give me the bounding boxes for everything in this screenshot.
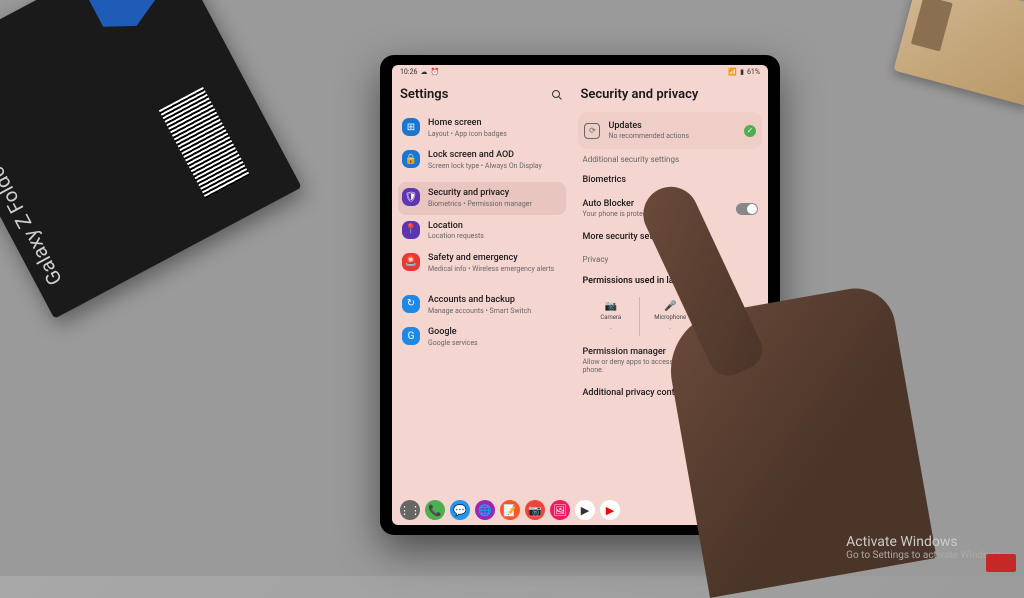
updates-icon: ⟳ xyxy=(584,123,600,139)
auto-blocker-item[interactable]: Auto Blocker Your phone is protected. xyxy=(578,192,762,225)
auto-blocker-title: Auto Blocker xyxy=(582,199,728,209)
updates-card[interactable]: ⟳ Updates No recommended actions ✓ xyxy=(578,112,762,149)
more-security-item[interactable]: More security settings xyxy=(578,225,762,249)
item-title: Home screen xyxy=(428,118,562,129)
split-content: Settings ⊞ Home screen Layout • App icon… xyxy=(392,79,768,495)
windows-watermark: Activate Windows Go to Settings to activ… xyxy=(846,534,1004,561)
signal-icon: ▮ xyxy=(740,68,744,76)
settings-item-location[interactable]: 📍 Location Location requests xyxy=(398,215,566,247)
accounts-icon: ↻ xyxy=(402,295,420,313)
camera-app-icon[interactable]: 📷 xyxy=(525,500,545,520)
settings-title: Settings xyxy=(400,87,448,102)
lock-icon: 🔒 xyxy=(402,150,420,168)
shield-icon: 🛡 xyxy=(402,188,420,206)
permissions-24h-item[interactable]: Permissions used in last 24 hours › xyxy=(578,268,762,293)
status-bar: 10:26 ☁ ⏰ 📶 ▮ 61% xyxy=(392,65,768,79)
watermark-title: Activate Windows xyxy=(846,534,1004,550)
location-icon: 📍 xyxy=(402,221,420,239)
item-title: Lock screen and AOD xyxy=(428,150,562,161)
back-button[interactable]: ‹ xyxy=(757,504,760,517)
home-icon: ⊞ xyxy=(402,118,420,136)
navigation-bar: ⋮⋮ 📞 💬 🌐 📝 📷 🖼 ▶ ▶ ||| ○ ‹ xyxy=(392,495,768,525)
item-subtitle: Layout • App icon badges xyxy=(428,130,562,138)
play-store-icon[interactable]: ▶ xyxy=(575,500,595,520)
item-subtitle: Medical info • Wireless emergency alerts xyxy=(428,265,562,273)
camera-icon: 📷 xyxy=(584,301,637,312)
browser-app-icon[interactable]: 🌐 xyxy=(475,500,495,520)
security-title: Security and privacy xyxy=(580,87,698,102)
perm-mgr-title: Permission manager xyxy=(582,347,758,357)
watermark-subtitle: Go to Settings to activate Windows. xyxy=(846,550,1004,561)
item-title: Google xyxy=(428,327,562,338)
samsung-badge xyxy=(82,0,163,40)
emergency-icon: 🚨 xyxy=(402,253,420,271)
wifi-icon: 📶 xyxy=(728,68,737,76)
check-icon: ✓ xyxy=(744,125,756,137)
google-icon: G xyxy=(402,327,420,345)
app-drawer-icon[interactable]: ⋮⋮ xyxy=(400,500,420,520)
settings-pane: Settings ⊞ Home screen Layout • App icon… xyxy=(392,79,572,495)
channel-badge xyxy=(986,554,1016,572)
settings-item-accounts[interactable]: ↻ Accounts and backup Manage accounts • … xyxy=(398,289,566,321)
additional-privacy-item[interactable]: Additional privacy controls xyxy=(578,381,762,405)
notes-app-icon[interactable]: 📝 xyxy=(500,500,520,520)
tablet-screen: 10:26 ☁ ⏰ 📶 ▮ 61% Settings xyxy=(392,65,768,525)
item-subtitle: Screen lock type • Always On Display xyxy=(428,162,562,170)
item-subtitle: Location requests xyxy=(428,232,562,240)
tablet-device: 10:26 ☁ ⏰ 📶 ▮ 61% Settings xyxy=(380,55,780,535)
item-subtitle: Manage accounts • Smart Switch xyxy=(428,307,562,315)
permission-manager-item[interactable]: Permission manager Allow or deny apps to… xyxy=(578,340,762,381)
microphone-icon: 🎤 xyxy=(644,301,697,312)
home-button[interactable]: ○ xyxy=(734,504,741,517)
battery-text: 61% xyxy=(747,68,760,76)
barcode xyxy=(159,87,250,199)
phone-app-icon[interactable]: 📞 xyxy=(425,500,445,520)
item-subtitle: Google services xyxy=(428,339,562,347)
settings-item-safety[interactable]: 🚨 Safety and emergency Medical info • Wi… xyxy=(398,247,566,279)
perm-mgr-subtitle: Allow or deny apps to access features or… xyxy=(582,358,758,374)
recents-button[interactable]: ||| xyxy=(710,504,718,517)
chevron-right-icon: › xyxy=(727,275,730,286)
alarm-icon: ⏰ xyxy=(430,68,439,76)
section-additional-security: Additional security settings xyxy=(578,149,762,168)
permissions-grid: 📷 Camera - 🎤 Microphone - 📍 Location G xyxy=(578,293,762,340)
item-subtitle: Biometrics • Permission manager xyxy=(428,200,562,208)
updates-title: Updates xyxy=(608,121,736,131)
updates-subtitle: No recommended actions xyxy=(608,132,736,140)
auto-blocker-subtitle: Your phone is protected. xyxy=(582,210,728,218)
cloud-icon: ☁ xyxy=(420,68,427,76)
auto-blocker-toggle[interactable] xyxy=(736,203,758,215)
search-button[interactable] xyxy=(550,88,564,102)
messages-app-icon[interactable]: 💬 xyxy=(450,500,470,520)
perm-location[interactable]: 📍 Location G xyxy=(701,297,758,336)
item-title: Location xyxy=(428,221,562,232)
item-title: Safety and emergency xyxy=(428,253,562,264)
search-icon xyxy=(551,89,563,101)
location-pin-icon: 📍 xyxy=(703,301,756,312)
item-title: Accounts and backup xyxy=(428,295,562,306)
section-privacy: Privacy xyxy=(578,249,762,268)
security-pane: Security and privacy ⟳ Updates No recomm… xyxy=(572,79,768,495)
gallery-app-icon[interactable]: 🖼 xyxy=(550,500,570,520)
item-title: Security and privacy xyxy=(428,188,562,199)
settings-item-google[interactable]: G Google Google services xyxy=(398,321,566,353)
status-time: 10:26 xyxy=(400,68,417,76)
biometrics-item[interactable]: Biometrics xyxy=(578,168,762,192)
youtube-icon[interactable]: ▶ xyxy=(600,500,620,520)
perm-microphone[interactable]: 🎤 Microphone - xyxy=(642,297,700,336)
settings-item-security[interactable]: 🛡 Security and privacy Biometrics • Perm… xyxy=(398,182,566,214)
settings-item-home-screen[interactable]: ⊞ Home screen Layout • App icon badges xyxy=(398,112,566,144)
perm-camera[interactable]: 📷 Camera - xyxy=(582,297,640,336)
settings-item-lock-screen[interactable]: 🔒 Lock screen and AOD Screen lock type •… xyxy=(398,144,566,176)
